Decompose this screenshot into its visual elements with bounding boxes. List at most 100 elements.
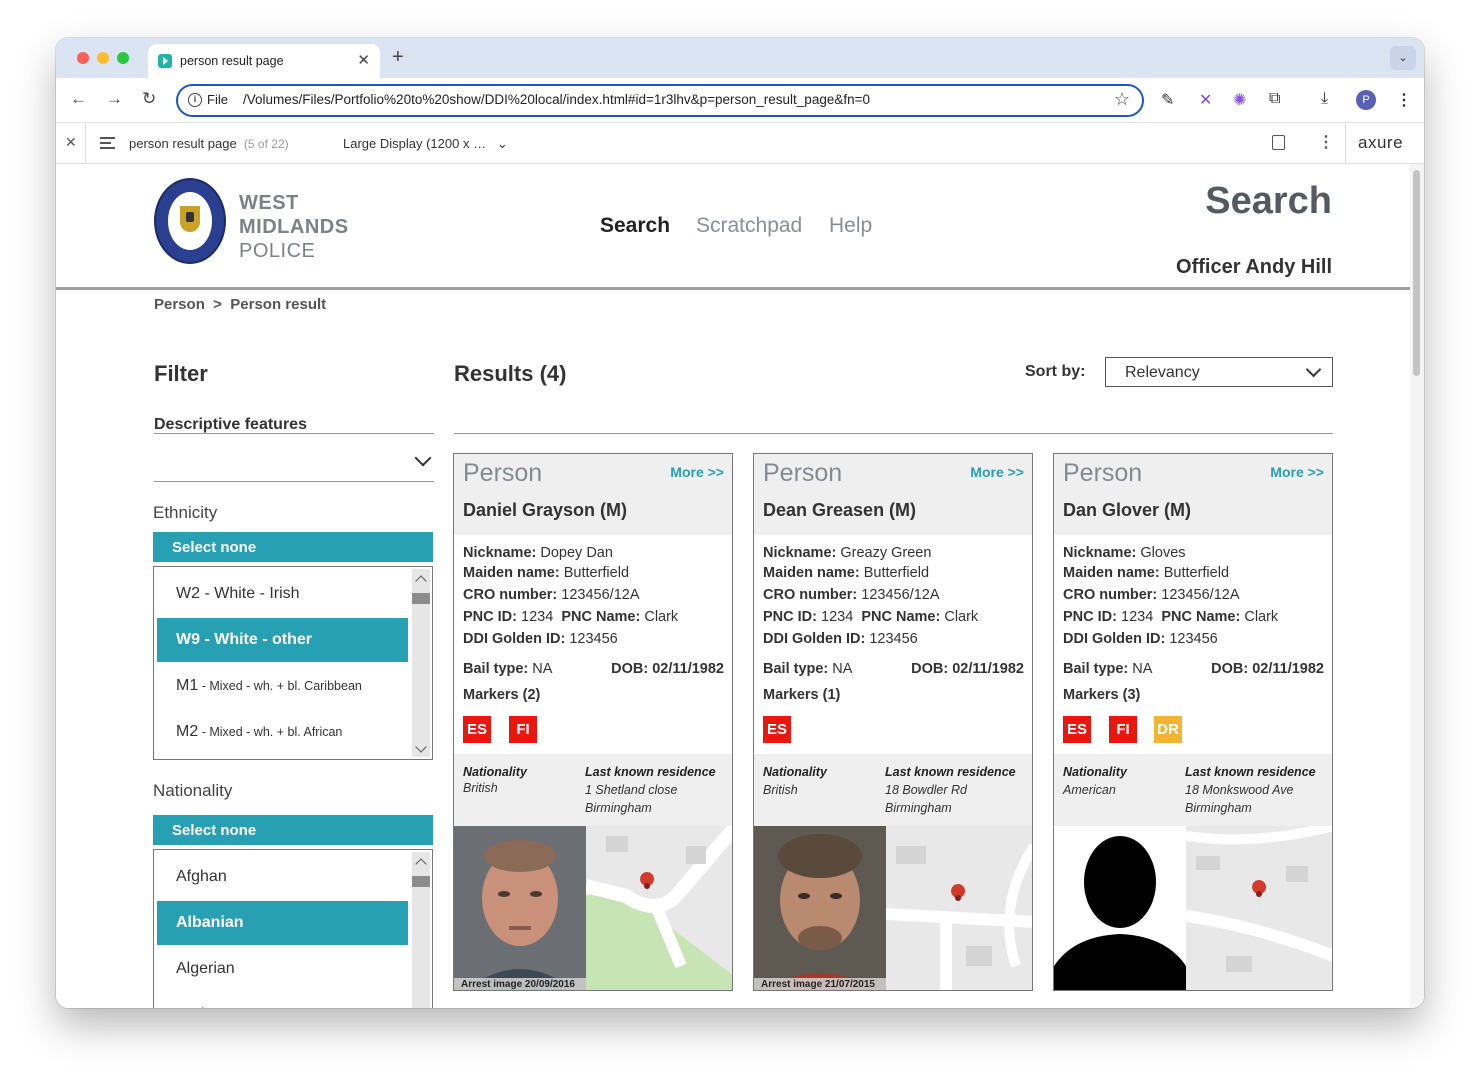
record-type: Person [1063, 459, 1143, 487]
axure-page-selector[interactable]: person result page (5 of 22) [129, 136, 289, 151]
residence-map[interactable] [586, 826, 732, 990]
forward-icon[interactable]: → [106, 89, 123, 109]
address-bar[interactable]: i File /Volumes/Files/Portfolio%20to%20s… [176, 84, 1144, 117]
zoom-window-button[interactable] [117, 52, 129, 64]
display-size-selector[interactable]: Large Display (1200 x … ⌄ [343, 136, 508, 152]
nationality-select-none-button[interactable]: Select none [153, 815, 433, 845]
pages-menu-icon[interactable] [100, 137, 115, 149]
eyedropper-icon[interactable]: ✎ [1161, 90, 1174, 110]
ddi-row: DDI Golden ID: 123456 [463, 631, 618, 647]
scroll-down-icon[interactable] [415, 741, 427, 753]
ethnicity-option[interactable]: M2 - Mixed - wh. + bl. African [157, 710, 408, 754]
marker-badge[interactable]: DR [1154, 716, 1182, 743]
ethnicity-scroll-thumb[interactable] [412, 593, 430, 604]
marker-badge[interactable]: FI [1109, 716, 1137, 743]
ethnicity-select-none-button[interactable]: Select none [153, 532, 433, 562]
profile-avatar[interactable]: P [1356, 90, 1376, 110]
new-tab-icon[interactable]: + [392, 46, 404, 69]
marker-badge[interactable]: ES [1063, 716, 1091, 743]
field-label: Bail type: [1063, 661, 1129, 677]
ethnicity-option[interactable]: M1 - Mixed - wh. + bl. Caribbean [157, 664, 408, 708]
residence-map[interactable] [886, 826, 1032, 990]
person-name[interactable]: Daniel Grayson (M) [463, 500, 627, 521]
nav-help[interactable]: Help [829, 214, 872, 238]
info-icon[interactable]: i [188, 93, 202, 107]
residence-map[interactable] [1186, 826, 1332, 990]
nav-scratchpad[interactable]: Scratchpad [696, 214, 802, 238]
breadcrumb[interactable]: Person > Person result [154, 296, 326, 313]
bookmark-star-icon[interactable]: ☆ [1114, 89, 1130, 110]
no-photo-placeholder[interactable] [1054, 826, 1186, 990]
tab-search-icon[interactable]: ⌄ [1390, 46, 1416, 70]
ethnicity-code: M2 [176, 723, 199, 740]
chevron-down-icon[interactable] [414, 449, 432, 467]
person-photo-image [454, 826, 586, 990]
back-icon[interactable]: ← [70, 89, 87, 109]
nationality-option[interactable]: Afghan [157, 855, 408, 899]
page-scrollbar-thumb[interactable] [1413, 170, 1420, 376]
more-options-icon[interactable]: ⋮ [1318, 132, 1334, 152]
residence-line-2: Birmingham [1185, 801, 1252, 815]
arrest-photo[interactable]: Arrest image 21/07/2015 [754, 826, 886, 990]
maiden-row: Maiden name: Butterfield [1063, 565, 1229, 581]
arrest-caption: Arrest image 20/09/2016 [454, 978, 586, 990]
more-link[interactable]: More >> [970, 464, 1024, 480]
ethnicity-option[interactable]: W2 - White - Irish [157, 572, 408, 616]
ethnicity-option-selected[interactable]: W9 - White - other [157, 618, 408, 662]
descriptive-features-toggle[interactable]: Descriptive features [154, 416, 307, 434]
field-value: 1234 [1121, 609, 1154, 625]
record-type: Person [763, 459, 843, 487]
tab-strip: person result page ✕ + ⌄ [56, 38, 1424, 78]
field-value: 123456 [869, 631, 918, 647]
nav-search[interactable]: Search [600, 214, 670, 238]
scroll-up-icon[interactable] [415, 858, 427, 870]
ethnicity-scrollbar[interactable] [412, 569, 430, 757]
card-header: Person More >> Dean Greasen (M) [754, 454, 1032, 535]
more-link[interactable]: More >> [670, 464, 724, 480]
browser-menu-icon[interactable]: ⋮ [1396, 90, 1412, 110]
scroll-up-icon[interactable] [415, 575, 427, 587]
cro-row: CRO number: 123456/12A [1063, 587, 1240, 603]
nationality-listbox[interactable]: Afghan Albanian Algerian Andorran [153, 849, 433, 1008]
minimize-window-button[interactable] [97, 52, 109, 64]
cro-row: CRO number: 123456/12A [463, 587, 640, 603]
marker-badge[interactable]: ES [763, 716, 791, 743]
page-scrollbar[interactable] [1410, 164, 1424, 1008]
marker-badge[interactable]: FI [509, 716, 537, 743]
marker-badge[interactable]: ES [463, 716, 491, 743]
nationality-heading: Nationality [1063, 765, 1127, 779]
browser-tab[interactable]: person result page ✕ [148, 44, 380, 78]
url-text[interactable]: /Volumes/Files/Portfolio%20to%20show/DDI… [243, 92, 870, 107]
notes-icon[interactable] [1272, 135, 1285, 150]
extensions-puzzle-icon[interactable]: ⧉ [1269, 90, 1280, 108]
filter-title: Filter [154, 361, 208, 386]
field-value: NA [1132, 661, 1153, 677]
nationality-scroll-thumb[interactable] [412, 876, 430, 887]
field-value: 1234 [521, 609, 554, 625]
nationality-option[interactable]: Algerian [157, 947, 408, 991]
officer-name[interactable]: Officer Andy Hill [1176, 256, 1332, 279]
reload-icon[interactable]: ↻ [142, 89, 156, 109]
bail-row: Bail type: NA [1063, 661, 1152, 677]
download-icon[interactable]: ⤓ [1321, 90, 1328, 108]
close-sidebar-icon[interactable]: ✕ [65, 134, 77, 151]
close-window-button[interactable] [77, 52, 89, 64]
sort-select[interactable]: Relevancy [1105, 357, 1333, 387]
nationality-option[interactable]: Andorran [157, 993, 408, 1008]
field-label: PNC ID: [1063, 609, 1117, 625]
more-link[interactable]: More >> [1270, 464, 1324, 480]
nationality-option-selected[interactable]: Albanian [157, 901, 408, 945]
extension-gear-icon[interactable]: ✺ [1233, 90, 1246, 110]
person-name[interactable]: Dan Glover (M) [1063, 500, 1191, 521]
ethnicity-listbox[interactable]: W2 - White - Irish W9 - White - other M1… [153, 566, 433, 760]
field-label: PNC Name: [561, 609, 641, 625]
person-card[interactable]: Person More >> Dan Glover (M) Nickname: … [1053, 453, 1333, 991]
person-card[interactable]: Person More >> Daniel Grayson (M) Nickna… [453, 453, 733, 991]
police-crest-logo [154, 178, 226, 264]
person-card[interactable]: Person More >> Dean Greasen (M) Nickname… [753, 453, 1033, 991]
tab-close-icon[interactable]: ✕ [357, 51, 370, 69]
nationality-scrollbar[interactable] [412, 852, 430, 1008]
extension-x-icon[interactable]: ✕ [1199, 90, 1212, 110]
arrest-photo[interactable]: Arrest image 20/09/2016 [454, 826, 586, 990]
person-name[interactable]: Dean Greasen (M) [763, 500, 916, 521]
